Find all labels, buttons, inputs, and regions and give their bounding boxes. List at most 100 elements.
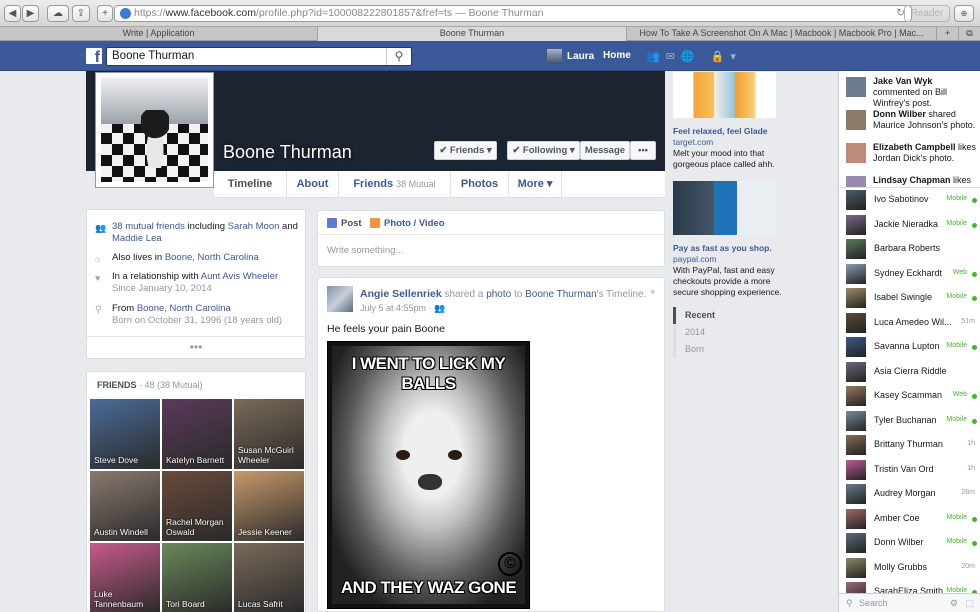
browser-tab-write[interactable]: Write | Application [0,27,318,41]
composer-input[interactable]: Write something... [318,234,664,266]
popout-icon[interactable]: ⬚ [965,594,974,612]
friend-tile-name: Steve Dove [94,455,138,465]
timeline-nav-2014[interactable]: 2014 [673,324,773,341]
post-target-link[interactable]: Boone Thurman [525,289,597,300]
chat-contact[interactable]: Tyler Buchanan Mobile [839,409,980,434]
intro-more-button[interactable]: ••• [87,336,305,354]
chat-contact[interactable]: Molly Grubbs 20m [839,556,980,581]
new-tab-button[interactable]: + [97,5,113,22]
meme-image: I WENT TO LICK MY BALLS © AND THEY WAZ G… [332,346,525,604]
reader-button[interactable]: Reader [904,5,950,22]
tab-more[interactable]: More ▾ [508,171,562,198]
mutual-friend-link[interactable]: Sarah Moon [228,221,280,232]
browser-new-tab[interactable]: + [937,27,959,41]
ad-paypal[interactable]: Pay as fast as you shop. paypal.com With… [673,181,785,298]
ad-domain[interactable]: target.com [673,137,785,148]
ticker-item[interactable]: Lindsay Chapman likes [846,175,979,187]
tab-timeline[interactable]: Timeline [214,171,286,198]
chat-contact[interactable]: Savanna Lupton Mobile [839,335,980,360]
lives-place-link[interactable]: Boone, North Carolina [165,252,259,263]
browser-tab-howto[interactable]: How To Take A Screenshot On A Mac | Macb… [627,27,937,41]
back-icon[interactable]: ◀ [4,5,21,22]
author-avatar[interactable] [327,286,353,312]
chat-contact[interactable]: Brittany Thurman 1h [839,433,980,458]
chat-contact[interactable]: Ivo Sabotinov Mobile [839,188,980,213]
friend-tile[interactable]: Steve Dove [90,399,160,469]
friends-button[interactable]: ✔ Friends ▾ [434,141,497,160]
timeline-nav-recent[interactable]: Recent [673,307,773,324]
post-options-chevron-icon[interactable]: ▾ [650,287,655,298]
gear-icon[interactable]: ⚙ [950,594,958,612]
search-icon[interactable]: ⚲ [386,48,411,65]
friend-tile[interactable]: Lucas Safrit [234,543,304,612]
friend-tile[interactable]: Katelyn Barnett [162,399,232,469]
forward-icon[interactable]: ▶ [22,5,39,22]
post-timestamp[interactable]: July 5 at 4:55pm · 👥 [360,303,445,314]
messages-icon[interactable]: ✉ [666,51,681,63]
tab-friends[interactable]: Friends 38 Mutual [338,171,450,198]
icloud-tabs-icon[interactable]: ☁ [47,5,69,22]
following-button[interactable]: ✔ Following ▾ [507,141,580,160]
chat-contact[interactable]: Sydney Eckhardt Web [839,262,980,287]
profile-picture[interactable] [96,73,213,187]
ad-domain[interactable]: paypal.com [673,254,785,265]
chat-contact[interactable]: Donn Wilber Mobile [839,531,980,556]
chat-contact[interactable]: Amber Coe Mobile [839,507,980,532]
chat-contact[interactable]: Tristin Van Ord 1h [839,458,980,483]
friends-header[interactable]: FRIENDS · 48 (38 Mutual) [97,380,203,390]
ad-title[interactable]: Pay as fast as you shop. [673,243,785,254]
ad-image[interactable] [673,181,776,235]
chat-contact[interactable]: Luca Amedeo Wil... 51m [839,311,980,336]
message-button[interactable]: Message [580,141,630,160]
settings-chevron-icon[interactable]: ▾ [730,51,742,63]
ad-image[interactable] [673,72,776,118]
ad-glade[interactable]: Feel relaxed, feel Glade target.com Melt… [673,72,785,170]
friend-tile[interactable]: Rachel Morgan Oswald [162,471,232,541]
audience-icon[interactable]: 👥 [434,303,445,313]
share-icon[interactable]: ⇪ [72,5,90,22]
chat-contact[interactable]: SarahEliza Smith Mobile [839,580,980,593]
profile-name[interactable]: Boone Thurman [223,142,352,163]
ad-title[interactable]: Feel relaxed, feel Glade [673,126,785,137]
friend-requests-icon[interactable]: 👥 [646,51,666,63]
friend-tile[interactable]: Tori Board [162,543,232,612]
chat-search-input[interactable]: ⚲ Search ⚙ ⬚ [838,593,980,612]
more-options-button[interactable]: ••• [630,141,656,160]
post-author-link[interactable]: Angie Sellenriek [360,288,442,300]
chat-contact[interactable]: Jackie Nieradka Mobile [839,213,980,238]
chat-contact[interactable]: Audrey Morgan 28m [839,482,980,507]
address-bar[interactable]: https://www.facebook.com/profile.php?id=… [114,5,912,22]
composer-photo-tab[interactable]: Photo / Video [370,218,445,229]
ticker-item[interactable]: Elizabeth Campbell likes Jordan Dick's p… [846,142,979,164]
mutual-friend-link[interactable]: Maddie Lea [112,233,162,244]
from-place-link[interactable]: Boone, North Carolina [137,303,231,314]
downloads-icon[interactable]: ⊕ [954,5,974,22]
friend-tile[interactable]: Jessie Keener [234,471,304,541]
chat-contact[interactable]: Barbara Roberts [839,237,980,262]
post-photo[interactable]: I WENT TO LICK MY BALLS © AND THEY WAZ G… [327,341,530,609]
notifications-icon[interactable]: 🌐 [681,51,701,63]
composer-post-tab[interactable]: Post [327,218,362,229]
mutual-friends-link[interactable]: 38 mutual friends [112,221,185,232]
friend-tile[interactable]: Luke Tannenbaum [90,543,160,612]
privacy-icon[interactable]: 🔒 [711,51,731,63]
facebook-logo-icon[interactable]: f [86,48,102,64]
search-input[interactable]: Boone Thurman ⚲ [106,47,412,66]
tab-overview-icon[interactable]: ⧉ [959,27,980,41]
chat-contact[interactable]: Asia Cierra Riddle [839,360,980,385]
tab-about[interactable]: About [286,171,338,198]
timeline-nav-born[interactable]: Born [673,341,773,358]
avatar [846,337,866,357]
nav-profile-link[interactable]: Laura [547,49,594,64]
relationship-person-link[interactable]: Aunt Avis Wheeler [201,271,278,282]
ticker-item[interactable]: Jake Van Wyk commented on Bill Winfrey's… [846,76,979,109]
chat-contact[interactable]: Kasey Scamman Web [839,384,980,409]
nav-home-link[interactable]: Home [603,50,631,61]
friend-tile[interactable]: Susan McGuirl Wheeler [234,399,304,469]
chat-contact[interactable]: Isabel Swingle Mobile [839,286,980,311]
browser-tab-boone[interactable]: Boone Thurman [318,27,627,41]
tab-photos[interactable]: Photos [450,171,508,198]
ticker-item[interactable]: Donn Wilber shared Maurice Johnson's pho… [846,109,979,131]
post-photo-link[interactable]: photo [486,289,511,300]
friend-tile[interactable]: Austin Windell [90,471,160,541]
